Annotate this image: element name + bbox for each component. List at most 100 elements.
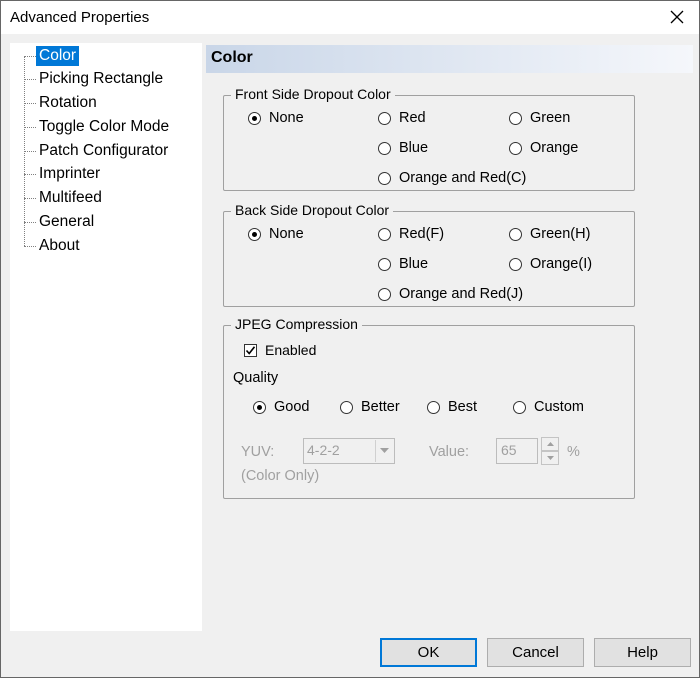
front-radio-orange-red[interactable]: Orange and Red(C) (378, 170, 526, 186)
tree-item-about[interactable]: About (24, 235, 83, 257)
radio-label: Blue (399, 140, 429, 156)
radio-indicator (248, 111, 261, 125)
radio-indicator (340, 400, 353, 414)
radio-label: Green (530, 110, 571, 126)
radio-label: Custom (534, 399, 584, 415)
checkbox-label: Enabled (265, 342, 317, 358)
dropdown-arrow (375, 440, 393, 462)
back-radio-green[interactable]: Green(H) (509, 226, 590, 242)
back-dropout-group: Back Side Dropout Color None Red(F) Gree… (223, 202, 635, 307)
jpeg-compression-title: JPEG Compression (231, 316, 362, 332)
back-radio-orange[interactable]: Orange(I) (509, 256, 592, 272)
quality-radio-custom[interactable]: Custom (513, 399, 584, 415)
value-label: Value: (429, 444, 470, 460)
quality-label: Quality (233, 370, 279, 386)
title-bar: Advanced Properties (1, 1, 699, 34)
tree-item-label: Color (36, 46, 80, 66)
tree-item-imprinter[interactable]: Imprinter (24, 163, 103, 185)
radio-label: Good (274, 399, 310, 415)
radio-label: Orange and Red(C) (399, 170, 527, 186)
tree-item-toggle-color-mode[interactable]: Toggle Color Mode (24, 116, 172, 138)
tree-item-label: About (39, 237, 80, 254)
value-spinner (541, 437, 559, 465)
chevron-down-icon (380, 448, 389, 453)
percent-label: % (567, 444, 580, 460)
close-icon (670, 10, 684, 24)
caret-down-icon (546, 456, 554, 460)
close-button[interactable] (665, 5, 689, 29)
radio-label: Orange(I) (530, 256, 593, 272)
help-button[interactable]: Help (594, 638, 691, 667)
section-title: Color (211, 49, 253, 66)
jpeg-compression-group: JPEG Compression Enabled Quality Good Be… (223, 316, 635, 499)
section-header: Color (206, 45, 693, 73)
front-radio-blue[interactable]: Blue (378, 140, 428, 156)
back-dropout-title: Back Side Dropout Color (231, 202, 394, 218)
back-radio-red[interactable]: Red(F) (378, 226, 444, 242)
value-input-text: 65 (501, 442, 517, 458)
tree-item-color[interactable]: Color (24, 45, 80, 67)
cancel-button[interactable]: Cancel (487, 638, 584, 667)
quality-radio-good[interactable]: Good (253, 399, 309, 415)
yuv-select[interactable]: 4-2-2 (303, 438, 395, 464)
radio-indicator (513, 400, 526, 414)
value-input[interactable]: 65 (496, 438, 538, 464)
radio-indicator (427, 400, 440, 414)
front-radio-red[interactable]: Red (378, 110, 426, 126)
ok-button[interactable]: OK (380, 638, 477, 667)
radio-label: None (269, 226, 304, 242)
caret-up-icon (546, 442, 554, 446)
radio-indicator (378, 141, 391, 155)
radio-label: Better (361, 399, 400, 415)
spin-down-button[interactable] (541, 451, 559, 465)
radio-indicator (378, 171, 391, 185)
spin-up-button[interactable] (541, 437, 559, 451)
tree-item-multifeed[interactable]: Multifeed (24, 187, 105, 209)
tree-item-label: Imprinter (39, 165, 101, 182)
radio-label: Red(F) (399, 226, 445, 242)
yuv-select-value: 4-2-2 (307, 442, 340, 458)
tree-item-rotation[interactable]: Rotation (24, 92, 100, 114)
tree-item-general[interactable]: General (24, 211, 97, 233)
tree-item-label: Toggle Color Mode (39, 118, 170, 135)
radio-indicator (378, 111, 391, 125)
radio-indicator (509, 141, 522, 155)
navigation-tree: Color Picking Rectangle Rotation Toggle … (10, 43, 202, 631)
radio-indicator (248, 227, 261, 241)
radio-indicator (378, 227, 391, 241)
yuv-label: YUV: (241, 444, 275, 460)
front-radio-green[interactable]: Green (509, 110, 570, 126)
back-radio-blue[interactable]: Blue (378, 256, 428, 272)
front-radio-none[interactable]: None (248, 110, 304, 126)
radio-indicator (509, 111, 522, 125)
radio-label: Blue (399, 256, 429, 272)
checkbox-indicator (244, 343, 257, 357)
radio-indicator (378, 257, 391, 271)
back-radio-orange-red[interactable]: Orange and Red(J) (378, 286, 523, 302)
radio-indicator (509, 227, 522, 241)
radio-label: Best (448, 399, 478, 415)
tree-item-picking-rectangle[interactable]: Picking Rectangle (24, 68, 166, 90)
radio-indicator (509, 257, 522, 271)
advanced-properties-dialog: Advanced Properties Color Picking Rectan… (0, 0, 700, 678)
radio-label: Orange (530, 140, 579, 156)
tree-item-label: Picking Rectangle (39, 70, 164, 87)
window-title: Advanced Properties (10, 9, 150, 26)
radio-indicator (253, 400, 266, 414)
front-dropout-title: Front Side Dropout Color (231, 86, 395, 102)
checkmark-icon (245, 345, 256, 355)
radio-label: Orange and Red(J) (399, 286, 524, 302)
tree-item-label: Rotation (39, 94, 97, 111)
quality-radio-best[interactable]: Best (427, 399, 477, 415)
tree-item-label: Multifeed (39, 189, 102, 206)
back-radio-none[interactable]: None (248, 226, 304, 242)
radio-label: None (269, 110, 304, 126)
quality-radio-better[interactable]: Better (340, 399, 400, 415)
tree-item-patch-configurator[interactable]: Patch Configurator (24, 140, 171, 162)
jpeg-enabled-checkbox[interactable]: Enabled (244, 342, 316, 358)
radio-label: Red (399, 110, 426, 126)
front-radio-orange[interactable]: Orange (509, 140, 578, 156)
front-dropout-group: Front Side Dropout Color None Red Green … (223, 86, 635, 191)
color-only-note: (Color Only) (241, 468, 320, 484)
radio-label: Green(H) (530, 226, 591, 242)
